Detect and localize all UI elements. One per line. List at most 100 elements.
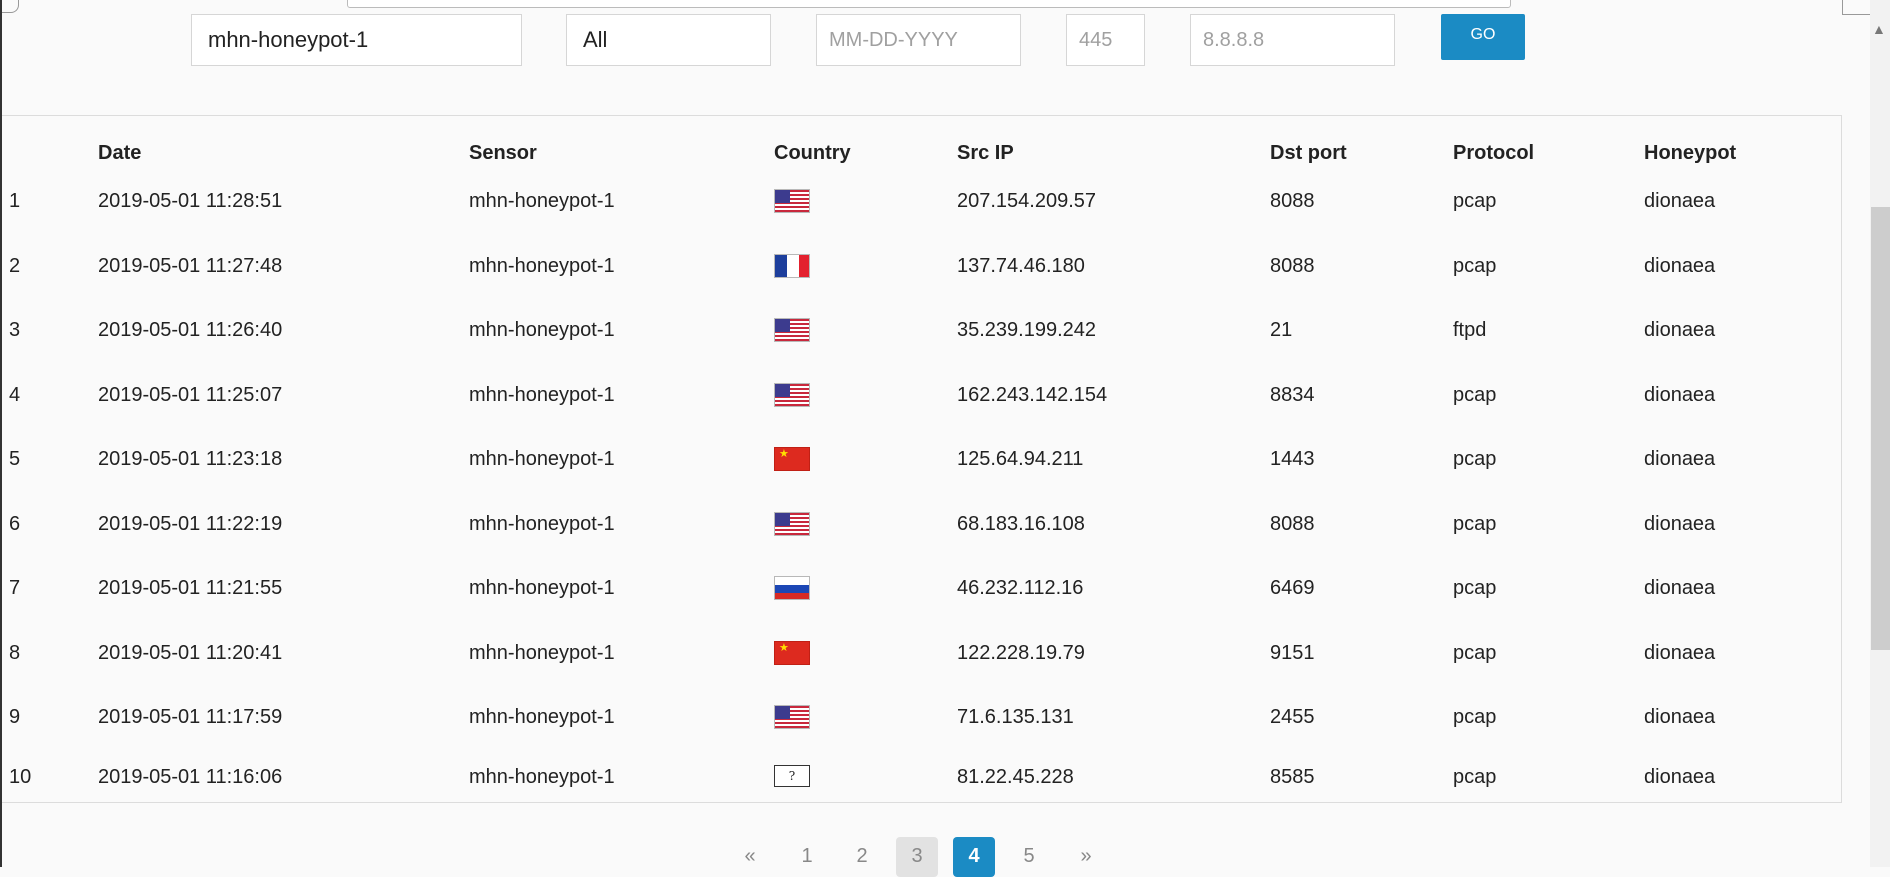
cn-flag-icon xyxy=(774,641,810,665)
row-protocol: pcap xyxy=(1453,766,1497,788)
row-honeypot: dionaea xyxy=(1644,255,1716,277)
row-protocol: ftpd xyxy=(1453,319,1487,341)
header-honeypot: Honeypot xyxy=(1644,142,1737,164)
pagination-page-5[interactable]: 5 xyxy=(1008,837,1050,877)
scrollbar-thumb[interactable] xyxy=(1871,207,1890,650)
row-number: 1 xyxy=(9,190,21,212)
row-number: 6 xyxy=(9,513,21,535)
row-protocol: pcap xyxy=(1453,513,1497,535)
row-honeypot: dionaea xyxy=(1644,766,1716,788)
row-dst-port: 8088 xyxy=(1270,513,1315,535)
row-protocol: pcap xyxy=(1453,577,1497,599)
row-dst-port: 8834 xyxy=(1270,384,1315,406)
us-flag-icon xyxy=(774,383,810,407)
row-date: 2019-05-01 11:21:55 xyxy=(98,577,283,599)
row-dst-port: 8088 xyxy=(1270,190,1315,212)
go-button[interactable]: GO xyxy=(1441,14,1525,60)
header-date: Date xyxy=(98,142,142,164)
ip-filter-input[interactable]: 8.8.8.8 xyxy=(1190,14,1395,66)
port-filter-input[interactable]: 445 xyxy=(1066,14,1145,66)
row-number: 8 xyxy=(9,642,21,664)
row-sensor: mhn-honeypot-1 xyxy=(469,766,615,788)
row-sensor: mhn-honeypot-1 xyxy=(469,255,615,277)
row-number: 3 xyxy=(9,319,21,341)
pagination-page-1[interactable]: 1 xyxy=(786,837,828,877)
header-src-ip: Src IP xyxy=(957,142,1014,164)
row-sensor: mhn-honeypot-1 xyxy=(469,448,615,470)
row-dst-port: 21 xyxy=(1270,319,1293,341)
row-protocol: pcap xyxy=(1453,384,1497,406)
pagination-page-4[interactable]: 4 xyxy=(953,837,995,877)
header-country: Country xyxy=(774,142,851,164)
row-dst-port: 9151 xyxy=(1270,642,1315,664)
row-dst-port: 8088 xyxy=(1270,255,1315,277)
row-date: 2019-05-01 11:25:07 xyxy=(98,384,283,406)
row-honeypot: dionaea xyxy=(1644,642,1716,664)
us-flag-icon xyxy=(774,705,810,729)
row-protocol: pcap xyxy=(1453,255,1497,277)
row-protocol: pcap xyxy=(1453,190,1497,212)
sensor-filter-input[interactable]: mhn-honeypot-1 xyxy=(191,14,522,66)
row-src-ip: 35.239.199.242 xyxy=(957,319,1097,341)
row-src-ip: 125.64.94.211 xyxy=(957,448,1084,470)
row-honeypot: dionaea xyxy=(1644,384,1716,406)
row-src-ip: 46.232.112.16 xyxy=(957,577,1084,599)
us-flag-icon xyxy=(774,189,810,213)
row-honeypot: dionaea xyxy=(1644,513,1716,535)
row-date: 2019-05-01 11:27:48 xyxy=(98,255,283,277)
row-sensor: mhn-honeypot-1 xyxy=(469,190,615,212)
row-number: 4 xyxy=(9,384,21,406)
row-honeypot: dionaea xyxy=(1644,319,1716,341)
row-src-ip: 81.22.45.228 xyxy=(957,766,1074,788)
row-dst-port: 1443 xyxy=(1270,448,1315,470)
row-src-ip: 122.228.19.79 xyxy=(957,642,1085,664)
row-sensor: mhn-honeypot-1 xyxy=(469,642,615,664)
row-date: 2019-05-01 11:22:19 xyxy=(98,513,283,535)
header-dst-port: Dst port xyxy=(1270,142,1347,164)
row-dst-port: 2455 xyxy=(1270,706,1315,728)
row-protocol: pcap xyxy=(1453,642,1497,664)
header-protocol: Protocol xyxy=(1453,142,1535,164)
row-sensor: mhn-honeypot-1 xyxy=(469,384,615,406)
row-honeypot: dionaea xyxy=(1644,190,1716,212)
us-flag-icon xyxy=(774,512,810,536)
pagination-page-3[interactable]: 3 xyxy=(896,837,938,877)
row-number: 2 xyxy=(9,255,21,277)
row-src-ip: 137.74.46.180 xyxy=(957,255,1085,277)
pagination-next[interactable]: » xyxy=(1065,837,1107,877)
address-bar[interactable] xyxy=(347,0,1511,8)
row-honeypot: dionaea xyxy=(1644,706,1716,728)
row-date: 2019-05-01 11:26:40 xyxy=(98,319,283,341)
row-sensor: mhn-honeypot-1 xyxy=(469,706,615,728)
row-date: 2019-05-01 11:28:51 xyxy=(98,190,283,212)
window-corner xyxy=(2,0,19,13)
unknown-flag-icon: ? xyxy=(774,765,810,787)
fr-flag-icon xyxy=(774,254,810,278)
pagination-page-2[interactable]: 2 xyxy=(841,837,883,877)
row-date: 2019-05-01 11:20:41 xyxy=(98,642,283,664)
cn-flag-icon xyxy=(774,447,810,471)
row-date: 2019-05-01 11:16:06 xyxy=(98,766,283,788)
row-dst-port: 8585 xyxy=(1270,766,1315,788)
browser-tab-edge xyxy=(1842,0,1873,15)
row-sensor: mhn-honeypot-1 xyxy=(469,513,615,535)
row-src-ip: 207.154.209.57 xyxy=(957,190,1097,212)
row-number: 5 xyxy=(9,448,21,470)
scroll-up-icon[interactable]: ▲ xyxy=(1872,22,1886,36)
honeypot-filter-select[interactable]: All xyxy=(566,14,771,66)
date-filter-input[interactable]: MM-DD-YYYY xyxy=(816,14,1021,66)
row-src-ip: 71.6.135.131 xyxy=(957,706,1074,728)
row-sensor: mhn-honeypot-1 xyxy=(469,577,615,599)
us-flag-icon xyxy=(774,318,810,342)
row-protocol: pcap xyxy=(1453,706,1497,728)
row-src-ip: 162.243.142.154 xyxy=(957,384,1108,406)
row-date: 2019-05-01 11:17:59 xyxy=(98,706,283,728)
row-src-ip: 68.183.16.108 xyxy=(957,513,1085,535)
row-sensor: mhn-honeypot-1 xyxy=(469,319,615,341)
pagination-prev[interactable]: « xyxy=(729,837,771,877)
header-sensor: Sensor xyxy=(469,142,537,164)
row-number: 10 xyxy=(9,766,32,788)
row-date: 2019-05-01 11:23:18 xyxy=(98,448,283,470)
row-dst-port: 6469 xyxy=(1270,577,1315,599)
row-number: 7 xyxy=(9,577,21,599)
